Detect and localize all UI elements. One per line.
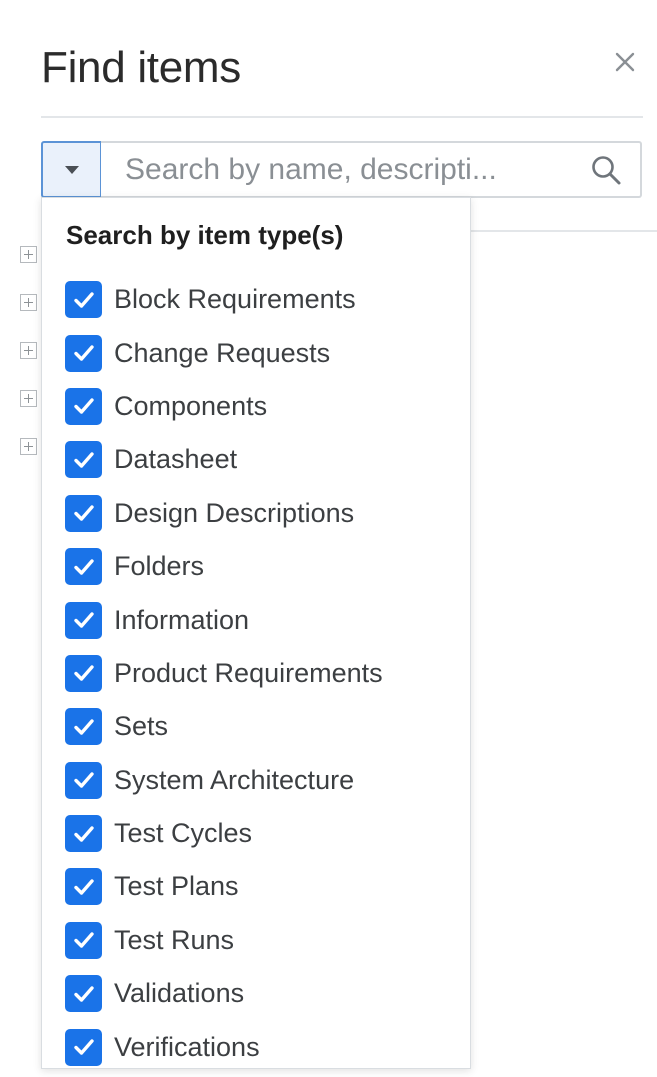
- option-label: Change Requests: [114, 337, 331, 368]
- tree-expand-icon[interactable]: [20, 438, 37, 455]
- option-label: Block Requirements: [114, 284, 356, 315]
- search-field: [101, 141, 642, 198]
- item-type-dropdown-toggle[interactable]: [41, 141, 101, 198]
- dropdown-heading: Search by item type(s): [66, 220, 344, 250]
- checkmark-icon: [73, 612, 94, 628]
- option-label: Sets: [114, 711, 169, 742]
- tree-expand-icon[interactable]: [20, 294, 37, 311]
- checkbox-checked[interactable]: [65, 921, 102, 959]
- checkbox-checked[interactable]: [65, 1028, 102, 1066]
- item-type-option[interactable]: Datasheet: [65, 433, 383, 486]
- item-type-option[interactable]: System Architecture: [65, 754, 383, 807]
- tree-expand-icon[interactable]: [20, 390, 37, 407]
- checkbox-checked[interactable]: [65, 387, 102, 425]
- item-type-option[interactable]: Validations: [65, 967, 383, 1020]
- content-divider: [470, 230, 657, 232]
- checkmark-icon: [73, 665, 94, 682]
- checkmark-icon: [73, 398, 94, 415]
- item-type-list: Block Requirements Change Requests Compo…: [65, 273, 383, 1074]
- search-bar: [41, 141, 642, 198]
- item-type-option[interactable]: Change Requests: [65, 326, 383, 379]
- item-type-option[interactable]: Sets: [65, 700, 383, 753]
- checkmark-icon: [73, 719, 94, 735]
- item-type-option[interactable]: Product Requirements: [65, 647, 383, 700]
- item-type-option[interactable]: Verifications: [65, 1020, 383, 1073]
- checkbox-checked[interactable]: [65, 868, 102, 906]
- search-button[interactable]: [588, 152, 624, 188]
- checkbox-checked[interactable]: [65, 281, 102, 319]
- checkbox-checked[interactable]: [65, 601, 102, 639]
- checkbox-checked[interactable]: [65, 975, 102, 1013]
- option-label: Design Descriptions: [114, 497, 355, 528]
- item-type-option[interactable]: Test Cycles: [65, 807, 383, 860]
- checkmark-icon: [73, 1039, 94, 1055]
- checkbox-checked[interactable]: [65, 548, 102, 586]
- checkbox-checked[interactable]: [65, 708, 102, 746]
- item-type-option[interactable]: Components: [65, 380, 383, 433]
- item-type-option[interactable]: Design Descriptions: [65, 487, 383, 540]
- option-label: Test Plans: [114, 871, 239, 902]
- option-label: Test Runs: [114, 924, 235, 955]
- caret-down-icon: [64, 165, 79, 174]
- checkmark-icon: [73, 291, 94, 308]
- option-label: Components: [114, 390, 268, 421]
- option-label: Information: [114, 604, 250, 635]
- checkbox-checked[interactable]: [65, 494, 102, 532]
- checkmark-icon: [73, 825, 94, 842]
- option-label: Validations: [114, 978, 245, 1009]
- checkmark-icon: [73, 505, 94, 521]
- option-label: Product Requirements: [114, 657, 383, 688]
- checkbox-checked[interactable]: [65, 441, 102, 479]
- checkmark-icon: [73, 345, 94, 361]
- checkbox-checked[interactable]: [65, 654, 102, 692]
- option-label: Datasheet: [114, 444, 238, 475]
- checkbox-checked[interactable]: [65, 815, 102, 853]
- tree-expand-icon[interactable]: [20, 342, 37, 359]
- item-tree: [20, 246, 37, 486]
- search-icon: [592, 155, 621, 184]
- close-button[interactable]: [603, 40, 647, 84]
- item-type-option[interactable]: Test Plans: [65, 860, 383, 913]
- checkmark-icon: [73, 986, 94, 1002]
- checkbox-checked[interactable]: [65, 761, 102, 799]
- option-label: Test Cycles: [114, 818, 253, 849]
- item-type-dropdown-menu: Search by item type(s) Block Requirement…: [41, 197, 471, 1069]
- checkmark-icon: [73, 558, 94, 575]
- checkbox-checked[interactable]: [65, 334, 102, 372]
- item-type-option[interactable]: Information: [65, 593, 383, 646]
- checkmark-icon: [73, 452, 94, 468]
- checkmark-icon: [73, 932, 94, 949]
- checkmark-icon: [73, 879, 94, 895]
- panel-title: Find items: [41, 43, 241, 92]
- option-label: Folders: [114, 551, 205, 582]
- checkmark-icon: [73, 772, 94, 788]
- item-type-option[interactable]: Block Requirements: [65, 273, 383, 326]
- item-type-option[interactable]: Folders: [65, 540, 383, 593]
- search-input[interactable]: [125, 152, 588, 187]
- option-label: System Architecture: [114, 764, 355, 795]
- find-items-panel: Find items Search by name, descripti... …: [0, 0, 657, 1077]
- option-label: Verifications: [114, 1031, 260, 1062]
- tree-expand-icon[interactable]: [20, 246, 37, 263]
- title-divider: [41, 116, 643, 118]
- item-type-option[interactable]: Test Runs: [65, 914, 383, 967]
- close-icon: [615, 52, 635, 72]
